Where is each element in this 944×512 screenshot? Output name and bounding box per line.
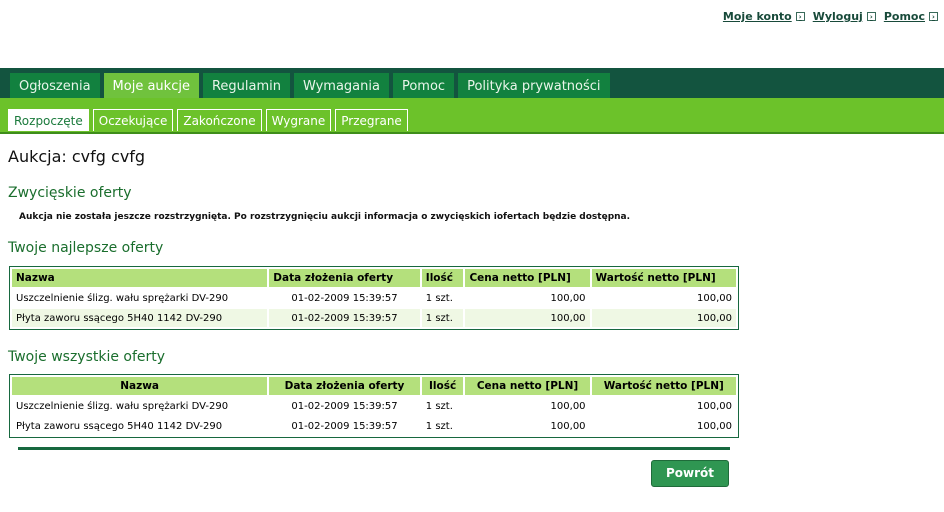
tab-moje-aukcje[interactable]: Moje aukcje bbox=[103, 73, 199, 98]
table-bottom-rule bbox=[18, 447, 730, 450]
tab-pomoc[interactable]: Pomoc bbox=[392, 73, 455, 98]
logout-label[interactable]: Wyloguj bbox=[813, 10, 863, 23]
col-net-price-header: Cena netto [PLN] bbox=[465, 269, 590, 287]
subtab-zakonczone[interactable]: Zakończone bbox=[177, 109, 262, 131]
cell-net-price: 100,00 bbox=[550, 400, 586, 412]
tab-ogloszenia[interactable]: Ogłoszenia bbox=[10, 73, 100, 98]
cell-name: Płyta zaworu ssącego 5H40 1142 DV-290 bbox=[12, 309, 268, 327]
subtab-wygrane[interactable]: Wygrane bbox=[265, 109, 332, 131]
winning-offers-note: Aukcja nie została jeszcze rozstrzygnięt… bbox=[19, 212, 631, 222]
col-qty-header[interactable]: Ilość bbox=[421, 377, 464, 395]
top-links: Moje konto › Wyloguj › Pomoc › bbox=[723, 10, 938, 23]
help-link[interactable]: Pomoc › bbox=[884, 10, 938, 23]
logout-link[interactable]: Wyloguj › bbox=[813, 10, 876, 23]
cell-net-value: 100,00 bbox=[697, 420, 732, 432]
col-net-value-header: Wartość netto [PLN] bbox=[591, 269, 736, 287]
cell-net-price: 100,00 bbox=[465, 309, 590, 327]
col-net-price-header[interactable]: Cena netto [PLN] bbox=[465, 377, 590, 395]
sub-nav-divider bbox=[0, 132, 944, 134]
cell-date: 01-02-2009 15:39:57 bbox=[291, 292, 398, 304]
best-offers-heading: Twoje najlepsze oferty bbox=[8, 240, 164, 256]
cell-name: Uszczelnienie ślizg. wału sprężarki DV-2… bbox=[16, 292, 229, 304]
col-name-header: Nazwa bbox=[12, 269, 268, 287]
main-tabs: Ogłoszenia Moje aukcje Regulamin Wymagan… bbox=[10, 73, 610, 98]
cell-net-price: 100,00 bbox=[550, 292, 586, 304]
subtab-rozpoczete[interactable]: Rozpoczęte bbox=[8, 109, 89, 131]
table-header-row: Nazwa Data złożenia oferty Ilość Cena ne… bbox=[12, 377, 736, 395]
winning-offers-heading: Zwycięskie oferty bbox=[8, 185, 132, 201]
cell-date: 01-02-2009 15:39:57 bbox=[269, 309, 420, 327]
col-qty-header: Ilość bbox=[421, 269, 464, 287]
subtab-przegrane[interactable]: Przegrane bbox=[335, 109, 408, 131]
sub-tabs: Rozpoczęte Oczekujące Zakończone Wygrane… bbox=[8, 109, 408, 131]
col-net-value-header[interactable]: Wartość netto [PLN] bbox=[591, 377, 736, 395]
best-offers-table: Nazwa Data złożenia oferty Ilość Cena ne… bbox=[9, 266, 739, 330]
col-date-header: Data złożenia oferty bbox=[269, 269, 420, 287]
cell-qty: 1 szt. bbox=[421, 309, 464, 327]
cell-qty: 1 szt. bbox=[425, 400, 453, 412]
col-date-header[interactable]: Data złożenia oferty bbox=[269, 377, 420, 395]
all-offers-table: Nazwa Data złożenia oferty Ilość Cena ne… bbox=[9, 374, 739, 438]
all-offers-heading: Twoje wszystkie oferty bbox=[8, 349, 166, 365]
arrow-right-icon[interactable]: › bbox=[795, 12, 805, 21]
col-name-header[interactable]: Nazwa bbox=[12, 377, 268, 395]
table-row: Uszczelnienie ślizg. wału sprężarki DV-2… bbox=[12, 289, 736, 307]
table-header-row: Nazwa Data złożenia oferty Ilość Cena ne… bbox=[12, 269, 736, 287]
my-account-label[interactable]: Moje konto bbox=[723, 10, 792, 23]
tab-wymagania[interactable]: Wymagania bbox=[293, 73, 389, 98]
cell-net-value: 100,00 bbox=[697, 400, 732, 412]
tab-polityka-prywatnosci[interactable]: Polityka prywatności bbox=[458, 73, 610, 98]
cell-net-value: 100,00 bbox=[697, 292, 732, 304]
cell-net-value: 100,00 bbox=[591, 309, 736, 327]
tab-regulamin[interactable]: Regulamin bbox=[202, 73, 290, 98]
cell-name: Płyta zaworu ssącego 5H40 1142 DV-290 bbox=[16, 420, 223, 432]
page-title: Aukcja: cvfg cvfg bbox=[8, 147, 146, 166]
subtab-oczekujace[interactable]: Oczekujące bbox=[92, 109, 174, 131]
back-button[interactable]: Powrót bbox=[651, 460, 729, 487]
table-row: Płyta zaworu ssącego 5H40 1142 DV-290 01… bbox=[12, 417, 736, 435]
cell-qty: 1 szt. bbox=[425, 420, 453, 432]
cell-net-price: 100,00 bbox=[550, 420, 586, 432]
cell-date: 01-02-2009 15:39:57 bbox=[291, 420, 398, 432]
table-row: Płyta zaworu ssącego 5H40 1142 DV-290 01… bbox=[12, 309, 736, 327]
cell-qty: 1 szt. bbox=[425, 292, 453, 304]
arrow-right-icon[interactable]: › bbox=[929, 12, 938, 21]
table-row: Uszczelnienie ślizg. wału sprężarki DV-2… bbox=[12, 397, 736, 415]
arrow-right-icon[interactable]: › bbox=[866, 12, 876, 21]
help-label[interactable]: Pomoc bbox=[884, 10, 925, 23]
cell-name: Uszczelnienie ślizg. wału sprężarki DV-2… bbox=[16, 400, 229, 412]
cell-date: 01-02-2009 15:39:57 bbox=[291, 400, 398, 412]
my-account-link[interactable]: Moje konto › bbox=[723, 10, 805, 23]
